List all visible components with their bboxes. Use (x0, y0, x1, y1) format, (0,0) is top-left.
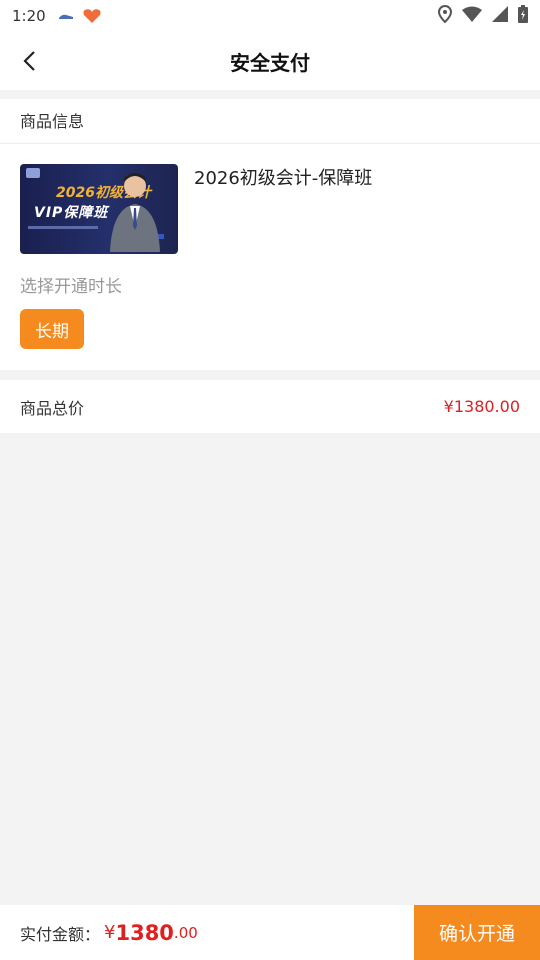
product-info-card: 商品信息 2026初级会计 VIP保障班 2026初级会计-保障班 选择开通时长… (0, 99, 540, 370)
product-section-title: 商品信息 (0, 99, 540, 144)
battery-icon (518, 5, 528, 27)
back-arrow-icon[interactable] (14, 46, 44, 76)
total-label: 商品总价 (20, 398, 85, 418)
status-bar: 1:20 (0, 0, 540, 32)
brand-logo-icon (26, 168, 40, 178)
pay-amount-integer: 1380 (115, 920, 174, 945)
teacher-photo (110, 173, 160, 252)
total-price-row: 商品总价 ¥1380.00 (0, 380, 540, 433)
product-thumbnail: 2026初级会计 VIP保障班 (20, 164, 178, 254)
heart-app-icon (82, 8, 102, 24)
thumb-vip-text: VIP保障班 (34, 205, 109, 221)
confirm-activate-button[interactable]: 确认开通 (414, 905, 540, 960)
total-price: ¥1380.00 (443, 397, 520, 416)
status-time: 1:20 (12, 7, 46, 25)
bottom-pay-bar: 实付金额： ¥ 1380 .00 确认开通 (0, 905, 540, 960)
shoe-icon (58, 11, 74, 21)
pay-amount-label: 实付金额： (20, 924, 101, 944)
wifi-icon (462, 6, 482, 26)
product-name: 2026初级会计-保障班 (194, 168, 373, 189)
duration-option-button[interactable]: 长期 (20, 309, 84, 349)
duration-label: 选择开通时长 (20, 277, 122, 297)
page-title: 安全支付 (230, 50, 310, 75)
thumb-divider (28, 226, 98, 229)
product-row: 2026初级会计 VIP保障班 2026初级会计-保障班 (0, 144, 540, 254)
pay-amount-decimal: .00 (173, 923, 198, 942)
pay-currency: ¥ (104, 922, 116, 943)
location-icon (437, 4, 453, 27)
signal-icon (492, 6, 508, 26)
page-header: 安全支付 (0, 32, 540, 90)
